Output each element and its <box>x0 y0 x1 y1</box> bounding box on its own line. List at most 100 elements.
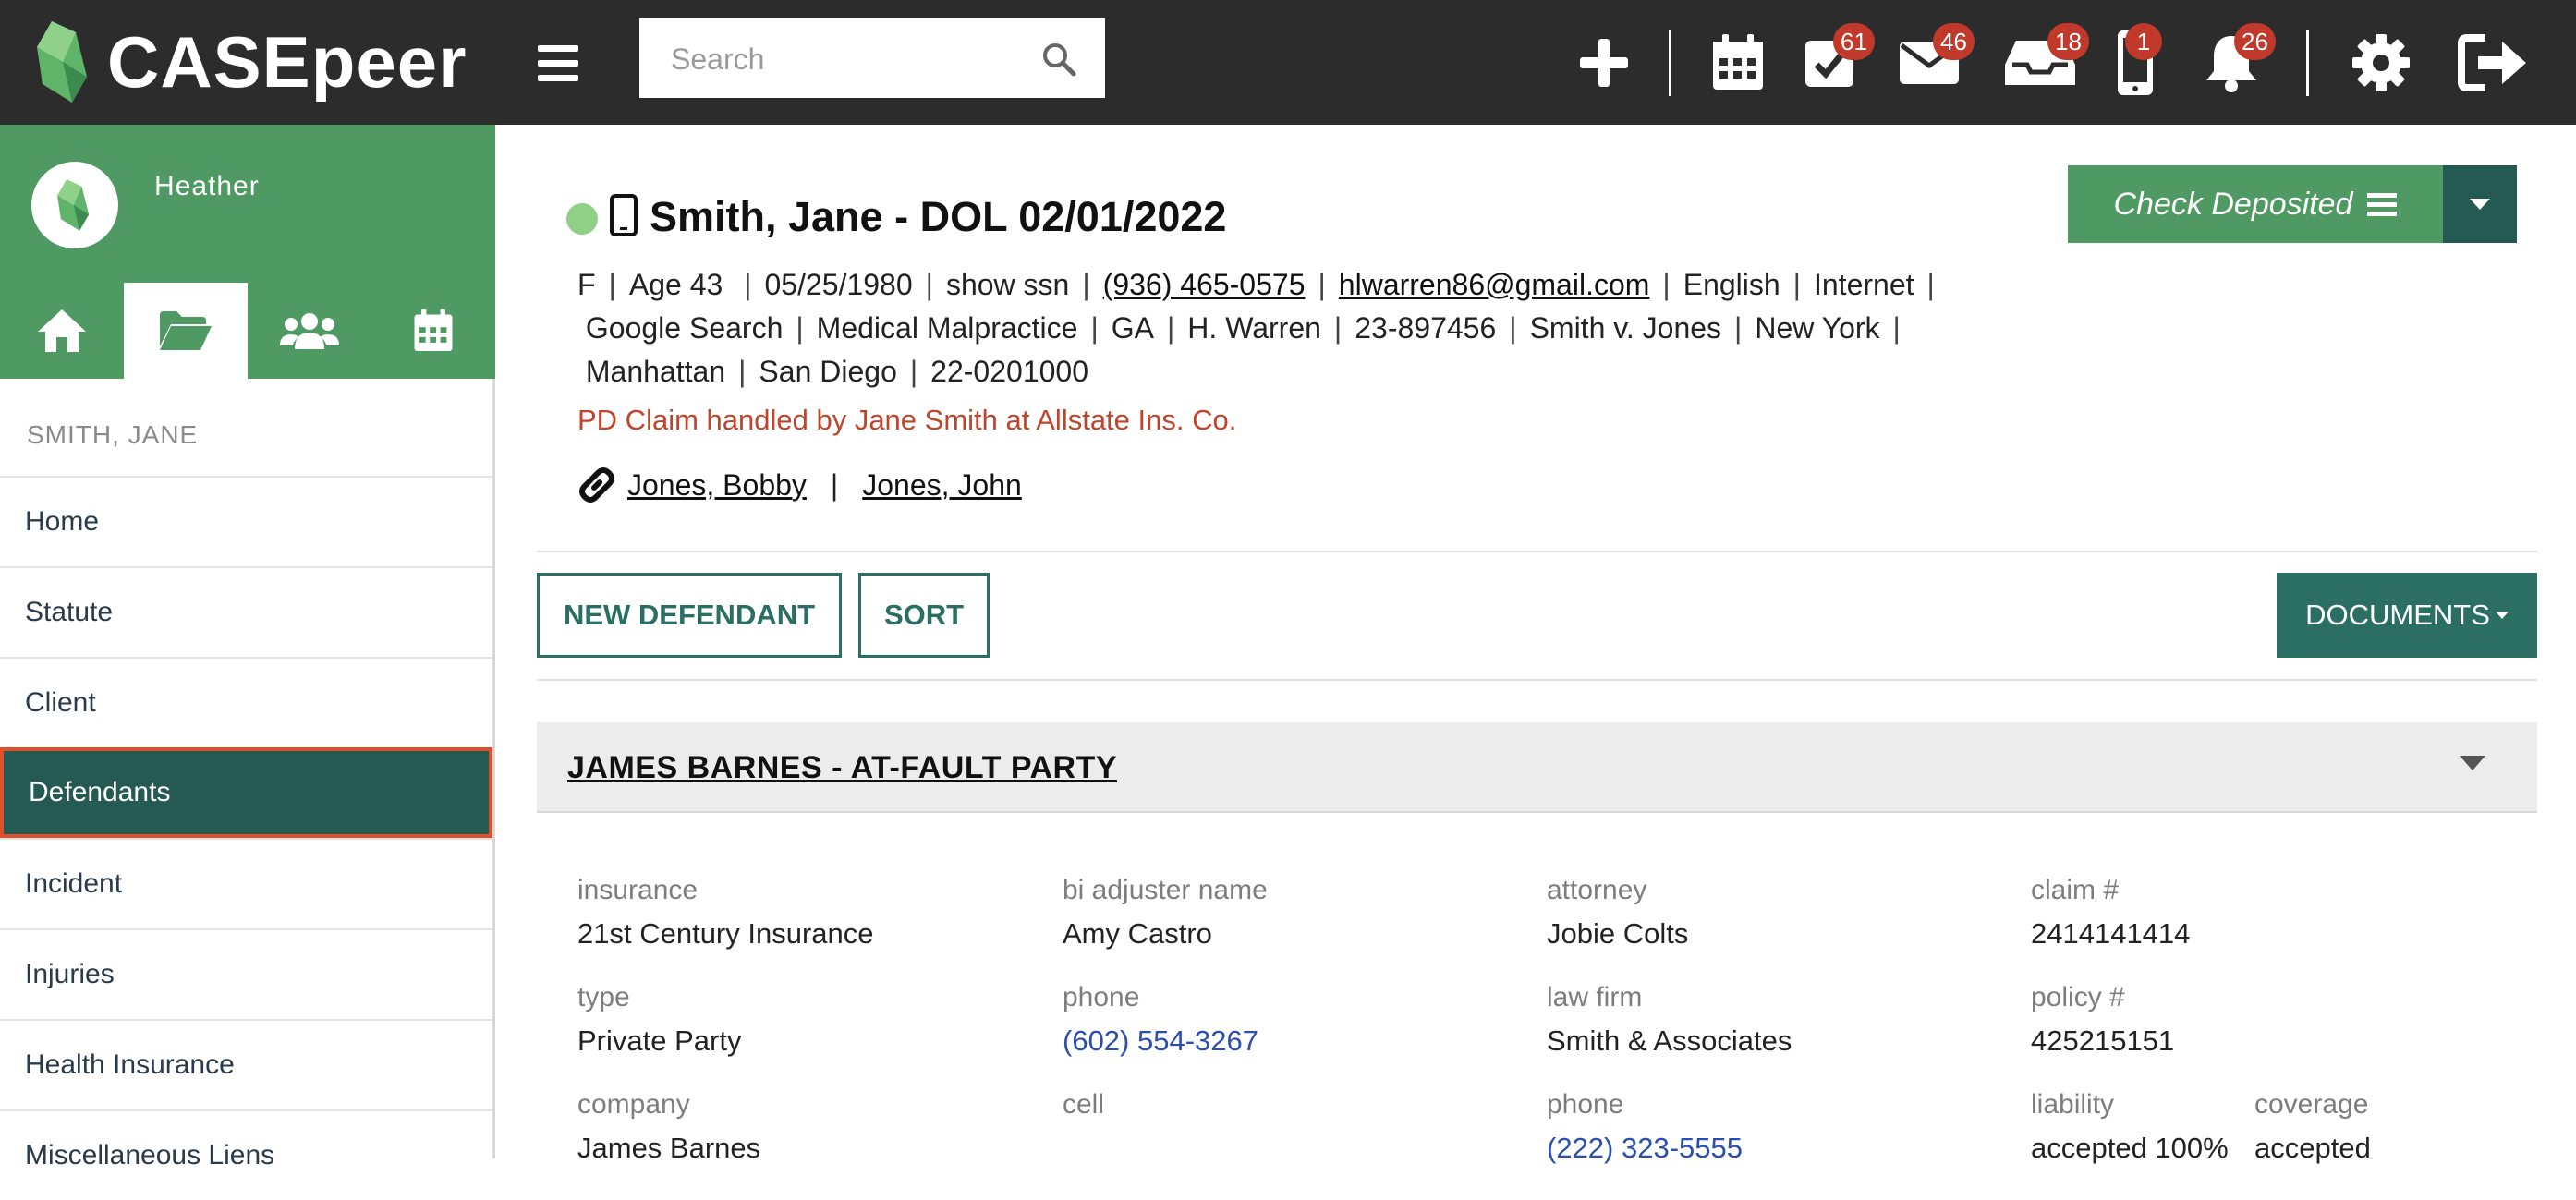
sidebar-item-incident[interactable]: Incident <box>0 838 492 928</box>
tasks-badge: 61 <box>1833 23 1875 60</box>
tab-calendar[interactable] <box>371 283 495 379</box>
related-case-link[interactable]: Jones, John <box>862 468 1022 503</box>
state: GA <box>1111 311 1154 345</box>
field-label: cell <box>1063 1089 1105 1120</box>
code: 22-0201000 <box>930 355 1088 388</box>
claim-value: 2414141414 <box>2031 917 2191 950</box>
cell-field: cell <box>1063 1089 1104 1121</box>
caret-down-icon[interactable] <box>2460 756 2485 770</box>
notifications-badge: 26 <box>2234 23 2276 60</box>
attorney-initials: H. Warren <box>1187 311 1321 345</box>
check-deposited-button[interactable]: Check Deposited <box>2068 165 2443 243</box>
sex: F <box>577 268 596 301</box>
tab-home[interactable] <box>0 283 124 379</box>
case-details: F | Age 43 | 05/25/1980 | show ssn | (936) 465-… <box>577 268 1935 388</box>
age: Age 43 <box>628 268 723 301</box>
type-value: Private Party <box>577 1024 742 1057</box>
phone-icon[interactable]: 1 <box>2116 23 2162 100</box>
client-email-link[interactable]: hlwarren86@gmail.com <box>1339 268 1650 301</box>
sidebar-item-miscellaneous-liens[interactable]: Miscellaneous Liens <box>0 1109 492 1200</box>
inbox-icon[interactable]: 18 <box>2003 23 2089 100</box>
caption: Smith v. Jones <box>1529 311 1722 345</box>
page-title: Smith, Jane - DOL 02/01/2022 <box>650 193 1227 240</box>
logo-text: CASEpeer <box>107 20 468 103</box>
sidebar-item-home[interactable]: Home <box>0 476 492 566</box>
leaf-avatar-icon <box>57 179 90 231</box>
sidebar-item-defendants[interactable]: Defendants <box>0 747 492 838</box>
attorney-field: attorney Jobie Colts <box>1547 875 1688 951</box>
search-icon[interactable] <box>1040 41 1077 78</box>
avatar[interactable] <box>31 162 118 248</box>
search-input[interactable] <box>669 37 1024 81</box>
source: Internet <box>1813 268 1914 301</box>
menu-icon[interactable] <box>538 37 578 89</box>
field-label: law firm <box>1547 982 1643 1012</box>
divider <box>537 551 2537 552</box>
calendar-icon[interactable] <box>1711 26 1765 100</box>
field-label: claim # <box>2031 875 2120 905</box>
user-name: Heather <box>154 171 260 201</box>
link-icon <box>579 467 614 503</box>
client-phone-link[interactable]: (936) 465-0575 <box>1103 268 1306 301</box>
case-number: 23-897456 <box>1355 311 1497 345</box>
mobile-phone-icon <box>610 194 638 236</box>
casepeer-logo[interactable]: CASEpeer <box>35 13 467 111</box>
sidebar-item-client[interactable]: Client <box>0 657 492 747</box>
office: San Diego <box>759 355 897 388</box>
attorney-phone-field: phone (222) 323-5555 <box>1547 1089 1743 1165</box>
phone-badge: 1 <box>2125 23 2162 60</box>
sidebar: Heather SMITH, JANE Home Statute Client … <box>0 125 495 1170</box>
show-ssn-link[interactable]: show ssn <box>946 268 1069 301</box>
field-label: liability <box>2031 1089 2115 1120</box>
sidebar-item-statute[interactable]: Statute <box>0 566 492 657</box>
notifications-icon[interactable]: 26 <box>2203 23 2276 100</box>
adjuster-phone-link[interactable]: (602) 554-3267 <box>1063 1024 1258 1058</box>
company-value: James Barnes <box>577 1132 761 1164</box>
tasks-icon[interactable]: 61 <box>1804 23 1875 100</box>
check-deposited-label: Check Deposited <box>2113 186 2353 222</box>
field-label: insurance <box>577 875 699 905</box>
insurance-field: insurance 21st Century Insurance <box>577 875 874 951</box>
law-firm-field: law firm Smith & Associates <box>1547 982 1792 1058</box>
coverage-value: accepted <box>2254 1132 2371 1164</box>
bi-adjuster-field: bi adjuster name Amy Castro <box>1063 875 1268 951</box>
sidebar-tabs <box>0 283 495 379</box>
sidebar-header: Heather <box>0 125 495 379</box>
attorney-phone-link[interactable]: (222) 323-5555 <box>1547 1132 1743 1165</box>
logout-icon[interactable] <box>2458 26 2528 100</box>
add-icon[interactable] <box>1576 26 1632 100</box>
attorney-value: Jobie Colts <box>1547 917 1689 950</box>
tab-cases[interactable] <box>124 283 248 379</box>
tab-contacts[interactable] <box>248 283 371 379</box>
field-label: company <box>577 1089 690 1120</box>
mail-icon[interactable]: 46 <box>1898 23 1975 100</box>
toolbar-separator <box>2306 30 2309 96</box>
documents-label: DOCUMENTS <box>2305 599 2490 631</box>
documents-button[interactable]: DOCUMENTS <box>2277 573 2537 658</box>
toolbar-separator <box>1669 30 1671 96</box>
company-field: company James Barnes <box>577 1089 760 1165</box>
home-icon <box>38 309 86 352</box>
related-separator: | <box>830 467 839 502</box>
defendant-header[interactable]: JAMES BARNES - AT-FAULT PARTY <box>537 722 2537 813</box>
case-label: SMITH, JANE <box>27 420 199 449</box>
sidebar-item-health-insurance[interactable]: Health Insurance <box>0 1019 492 1109</box>
check-deposited-dropdown[interactable] <box>2443 165 2517 243</box>
sidebar-item-injuries[interactable]: Injuries <box>0 928 492 1019</box>
field-label: coverage <box>2254 1089 2369 1120</box>
sort-button[interactable]: SORT <box>858 573 990 658</box>
new-defendant-button[interactable]: NEW DEFENDANT <box>537 573 842 658</box>
status-dot <box>566 203 598 235</box>
case-type: Medical Malpractice <box>816 311 1078 345</box>
search-box <box>639 18 1105 98</box>
defendant-title[interactable]: JAMES BARNES - AT-FAULT PARTY <box>567 750 1117 786</box>
sidebar-nav: Home Statute Client Defendants Incident … <box>0 476 492 1200</box>
users-icon <box>280 313 339 349</box>
bi-adjuster-value: Amy Castro <box>1063 917 1212 950</box>
field-label: bi adjuster name <box>1063 875 1268 905</box>
related-case-link[interactable]: Jones, Bobby <box>627 468 807 503</box>
liability-value: accepted 100% <box>2031 1132 2229 1164</box>
gear-icon[interactable] <box>2351 26 2412 100</box>
dob: 05/25/1980 <box>764 268 913 301</box>
field-label: phone <box>1547 1089 1624 1120</box>
